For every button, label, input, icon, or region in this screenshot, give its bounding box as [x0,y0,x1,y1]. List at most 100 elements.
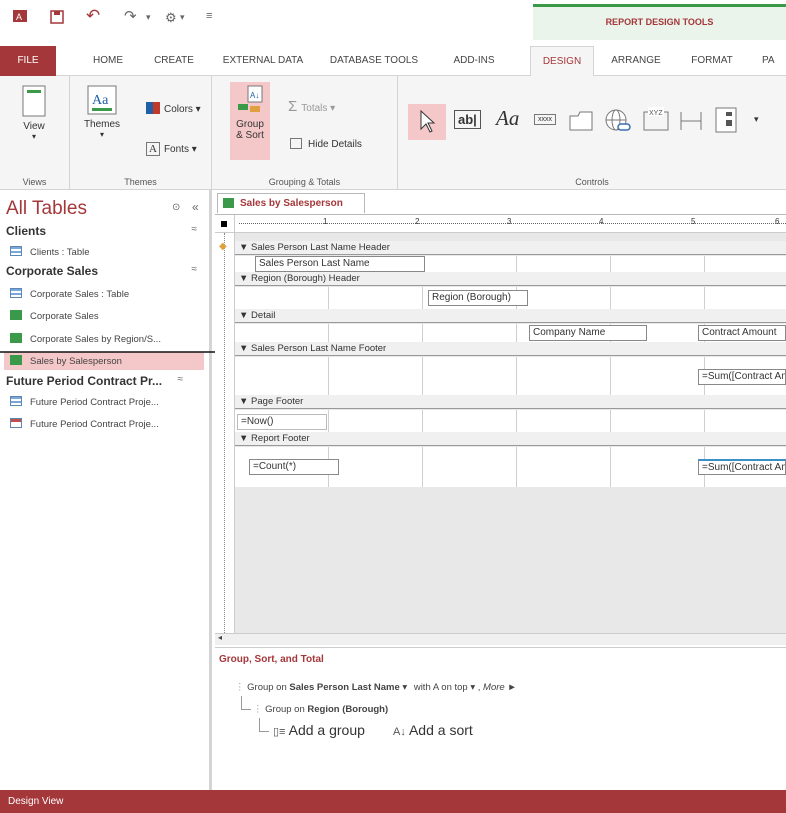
section-region-header[interactable]: ▼ Region (Borough) Header [235,272,786,286]
add-group-icon: ▯≡ [273,726,286,738]
label-control[interactable]: Aa [496,106,519,131]
more-link[interactable]: More ► [483,682,517,693]
now-textbox[interactable]: =Now() [237,414,327,430]
tree-connector [241,696,251,710]
sum-contract-total-textbox[interactable]: =Sum([Contract An [698,459,786,475]
group-sort-button[interactable]: A↓ Group & Sort [230,82,270,160]
tab-file[interactable]: FILE [0,46,56,76]
report-icon [10,310,22,320]
customize-qa-icon[interactable]: ≡ [206,10,212,22]
textbox-control[interactable]: ab| [454,110,481,129]
report-icon [10,333,22,343]
select-pointer-button[interactable] [408,104,446,140]
svg-text:A: A [16,12,22,22]
tab-page-setup[interactable]: PA [762,46,786,76]
hyperlink-globe-icon[interactable] [604,108,632,137]
chevron-up-icon[interactable]: ≈ [192,264,198,275]
chevron-up-icon[interactable]: ≈ [192,224,198,235]
sum-contract-textbox[interactable]: =Sum([Contract An [698,369,786,385]
report-tab[interactable]: Sales by Salesperson [217,193,365,213]
report-design-surface: 1 2 3 4 5 6 ◆ ▼ Sales Person Last Name H… [215,214,786,645]
view-button[interactable]: View ▾ [12,84,56,141]
nav-group-corporate-sales[interactable]: Corporate Sales [6,264,98,278]
totals-button[interactable]: Σ Totals ▾ [288,98,335,115]
chevron-up-icon[interactable]: ≈ [178,374,184,385]
qa-dropdown-icon[interactable]: ▾ [180,12,185,23]
navigation-pane: All Tables ⊙ « Clients ≈ Clients : Table… [0,190,212,790]
add-group-button[interactable]: ▯≡ Add a group [273,722,365,738]
region-textbox[interactable]: Region (Borough) [428,290,528,306]
tab-add-ins[interactable]: ADD-INS [436,46,512,76]
add-sort-icon: A↓ [393,726,406,738]
report-icon [223,198,234,208]
tab-format[interactable]: FORMAT [676,46,748,76]
themes-icon: Aa [87,85,117,115]
hide-details-button[interactable]: Hide Details [290,138,362,150]
page-break-icon[interactable] [678,110,704,135]
tab-home[interactable]: HOME [80,46,136,76]
controls-group: ab| Aa xxxx XYZ ▾ Controls [398,76,786,190]
save-icon[interactable] [50,10,64,27]
nav-group-clients[interactable]: Clients [6,224,46,238]
group-level-2[interactable]: ⋮ Group on Region (Borough) [253,704,388,715]
undo-icon[interactable]: ↶ [86,6,100,26]
section-page-footer[interactable]: ▼ Page Footer [235,395,786,409]
themes-button[interactable]: Aa Themes ▾ [80,84,124,139]
nav-item[interactable]: Corporate Sales [10,310,99,322]
controls-more-icon[interactable]: ▾ [754,114,759,125]
group-sort-icon: A↓ [238,85,263,112]
collapse-nav-icon[interactable]: « [192,200,199,214]
themes-group: Aa Themes ▾ Colors ▾ A Fonts ▾ Themes [70,76,212,190]
quick-access-mouse-icon[interactable]: ⚙ [165,10,177,26]
section-sp-footer[interactable]: ▼ Sales Person Last Name Footer [235,342,786,356]
svg-text:Aa: Aa [92,93,109,108]
tab-control-icon[interactable] [568,110,594,135]
form-icon [10,418,22,428]
tab-create[interactable]: CREATE [146,46,202,76]
nav-item[interactable]: Clients : Table [10,246,90,258]
nav-item[interactable]: Corporate Sales : Table [10,288,129,300]
option-group-icon[interactable]: XYZ [642,106,670,135]
nav-item[interactable]: Future Period Contract Proje... [10,418,159,430]
region-header-body: Region (Borough) [235,287,786,309]
ribbon-tabs: FILE HOME CREATE EXTERNAL DATA DATABASE … [0,46,786,77]
report-footer-body: =Count(*) =Sum([Contract An [235,447,786,487]
button-control[interactable]: xxxx [534,114,556,125]
table-icon [10,288,22,298]
document-area: Sales by Salesperson 1 2 3 4 5 6 ◆ ▼ Sal… [215,190,786,790]
tab-external-data[interactable]: EXTERNAL DATA [218,46,308,76]
add-sort-button[interactable]: A↓ Add a sort [393,722,473,738]
nav-menu-icon[interactable]: ⊙ [172,202,180,213]
gst-title: Group, Sort, and Total [219,654,324,665]
nav-item[interactable]: Future Period Contract Proje... [10,396,159,408]
fonts-button[interactable]: A Fonts ▾ [146,142,197,156]
scroll-left-icon: ◂ [218,633,223,642]
contract-amount-textbox[interactable]: Contract Amount [698,325,786,341]
insert-chart-icon[interactable] [714,106,738,137]
nav-item[interactable]: Corporate Sales by Region/S... [10,333,161,345]
tab-database-tools[interactable]: DATABASE TOOLS [322,46,426,76]
section-detail[interactable]: ▼ Detail [235,309,786,323]
status-bar: Design View [0,790,786,813]
nav-group-future-period[interactable]: Future Period Contract Pr... [6,374,162,388]
group-level-1[interactable]: ⋮ Group on Sales Person Last Name ▾ with… [235,682,517,693]
title-bar: A ↶ ↷ ▾ ⚙ ▾ ≡ REPORT DESIGN TOOLS [0,0,786,46]
table-icon [10,246,22,256]
tab-arrange[interactable]: ARRANGE [600,46,672,76]
redo-dropdown-icon[interactable]: ▾ [146,12,151,23]
section-sp-header[interactable]: ▼ Sales Person Last Name Header [235,241,786,255]
detail-body: Company Name Contract Amount [235,324,786,342]
horizontal-scrollbar[interactable]: ◂ [215,633,786,645]
horizontal-ruler: 1 2 3 4 5 6 [235,215,786,233]
company-name-textbox[interactable]: Company Name [529,325,647,341]
tab-design[interactable]: DESIGN [530,46,594,77]
sp-last-name-textbox[interactable]: Sales Person Last Name [255,256,425,272]
group-indicator-icon: ◆ [219,241,227,252]
nav-title[interactable]: All Tables [6,198,87,220]
redo-icon[interactable]: ↷ [124,7,137,25]
colors-button[interactable]: Colors ▾ [146,102,201,115]
section-report-footer[interactable]: ▼ Report Footer [235,432,786,446]
contextual-tab-group: REPORT DESIGN TOOLS [533,4,786,40]
report-selector[interactable] [215,215,235,233]
count-textbox[interactable]: =Count(*) [249,459,339,475]
